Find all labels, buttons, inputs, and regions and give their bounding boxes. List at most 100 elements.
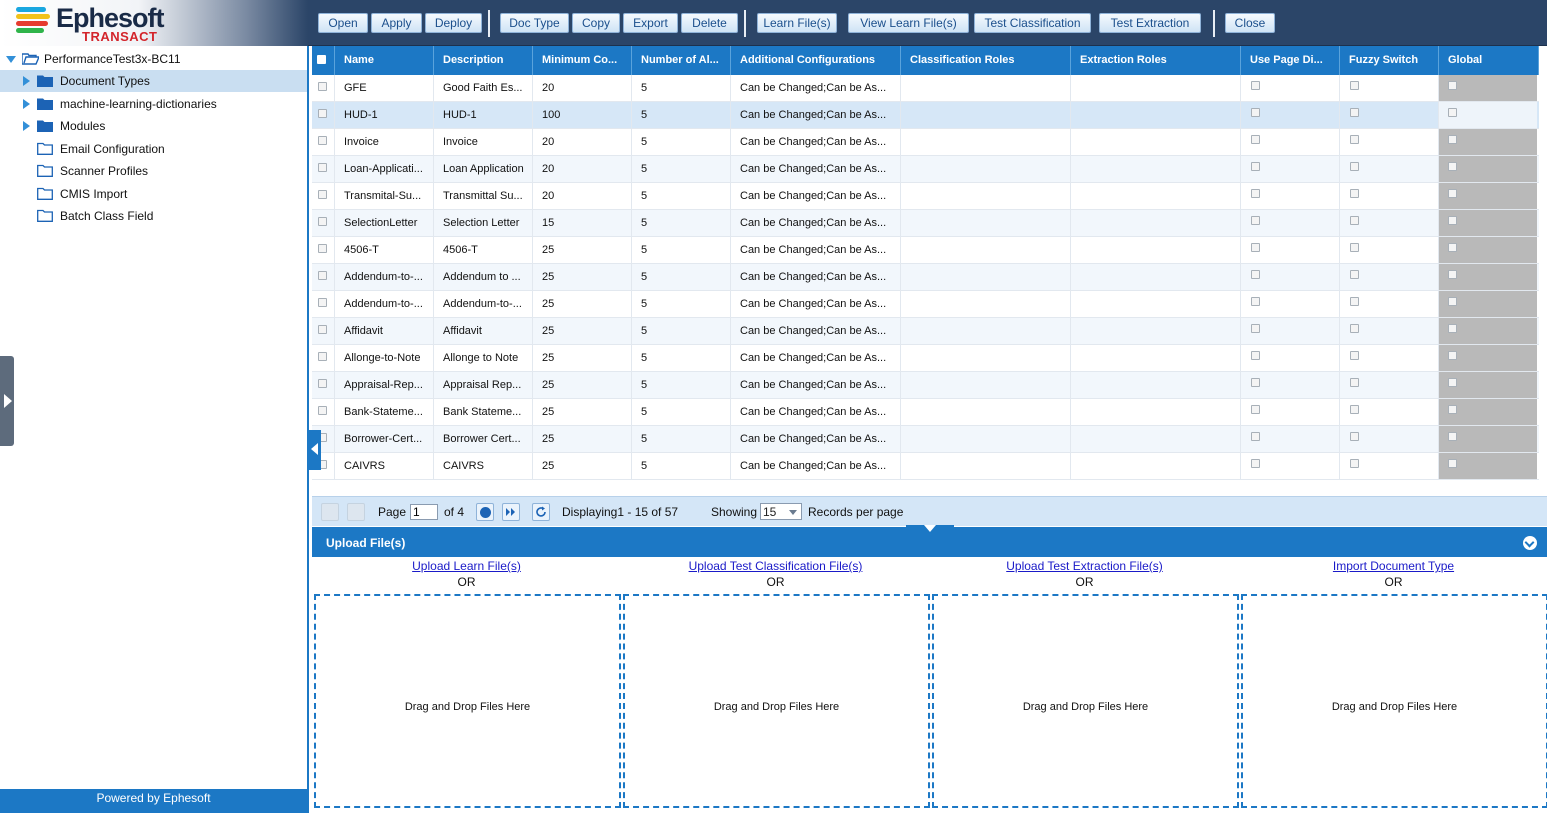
use-page-checkbox[interactable]: [1251, 351, 1260, 360]
table-row[interactable]: CAIVRS CAIVRS 25 5 Can be Changed;Can be As.…: [312, 453, 1539, 480]
cell-extraction-roles[interactable]: [1071, 426, 1241, 452]
column-header[interactable]: Name: [335, 46, 434, 75]
row-checkbox[interactable]: [318, 163, 327, 172]
next-page-button[interactable]: [476, 503, 494, 521]
table-row[interactable]: Allonge-to-Note Allonge to Note 25 5 Can be …: [312, 345, 1539, 372]
table-row[interactable]: Addendum-to-... Addendum to ... 25 5 Can be …: [312, 264, 1539, 291]
cell-extraction-roles[interactable]: [1071, 102, 1241, 128]
global-checkbox[interactable]: [1448, 432, 1457, 441]
global-checkbox[interactable]: [1448, 378, 1457, 387]
table-row[interactable]: Addendum-to-... Addendum-to-... 25 5 Can be …: [312, 291, 1539, 318]
tree-root[interactable]: PerformanceTest3x-BC11: [0, 48, 307, 70]
drop-zone[interactable]: Drag and Drop Files Here: [623, 594, 930, 808]
cell-extraction-roles[interactable]: [1071, 345, 1241, 371]
fuzzy-switch-checkbox[interactable]: [1350, 270, 1359, 279]
export-button[interactable]: Export: [623, 13, 678, 33]
upload-link[interactable]: Upload Test Extraction File(s): [930, 559, 1239, 573]
row-checkbox[interactable]: [318, 298, 327, 307]
cell-classification-roles[interactable]: [901, 399, 1071, 425]
tree-item[interactable]: Email Configuration: [0, 138, 307, 160]
cell-classification-roles[interactable]: [901, 318, 1071, 344]
use-page-checkbox[interactable]: [1251, 162, 1260, 171]
use-page-checkbox[interactable]: [1251, 243, 1260, 252]
table-row[interactable]: Bank-Stateme... Bank Stateme... 25 5 Can be …: [312, 399, 1539, 426]
fuzzy-switch-checkbox[interactable]: [1350, 189, 1359, 198]
cell-classification-roles[interactable]: [901, 264, 1071, 290]
table-row[interactable]: GFE Good Faith Es... 20 5 Can be Changed;Can…: [312, 75, 1539, 102]
drop-zone[interactable]: Drag and Drop Files Here: [1241, 594, 1547, 808]
use-page-checkbox[interactable]: [1251, 378, 1260, 387]
fuzzy-switch-checkbox[interactable]: [1350, 243, 1359, 252]
row-checkbox[interactable]: [318, 379, 327, 388]
close-button[interactable]: Close: [1225, 13, 1275, 33]
first-page-button[interactable]: [321, 503, 339, 521]
column-header[interactable]: Additional Configurations: [731, 46, 901, 75]
row-checkbox[interactable]: [318, 190, 327, 199]
cell-extraction-roles[interactable]: [1071, 75, 1241, 101]
column-header[interactable]: Extraction Roles: [1071, 46, 1241, 75]
refresh-button[interactable]: [532, 503, 550, 521]
column-header[interactable]: Global: [1439, 46, 1539, 75]
use-page-checkbox[interactable]: [1251, 459, 1260, 468]
global-checkbox[interactable]: [1448, 189, 1457, 198]
cell-classification-roles[interactable]: [901, 291, 1071, 317]
use-page-checkbox[interactable]: [1251, 189, 1260, 198]
cell-extraction-roles[interactable]: [1071, 183, 1241, 209]
cell-extraction-roles[interactable]: [1071, 453, 1241, 479]
copy-button[interactable]: Copy: [572, 13, 620, 33]
fuzzy-switch-checkbox[interactable]: [1350, 135, 1359, 144]
global-checkbox[interactable]: [1448, 405, 1457, 414]
tree-item[interactable]: machine-learning-dictionaries: [0, 93, 307, 115]
global-checkbox[interactable]: [1448, 135, 1457, 144]
grid-side-toggle[interactable]: [309, 430, 321, 470]
cell-classification-roles[interactable]: [901, 237, 1071, 263]
cell-classification-roles[interactable]: [901, 75, 1071, 101]
row-checkbox[interactable]: [318, 244, 327, 253]
expand-right-icon[interactable]: [23, 121, 30, 131]
fuzzy-switch-checkbox[interactable]: [1350, 459, 1359, 468]
tree-item[interactable]: Batch Class Field: [0, 205, 307, 227]
records-per-page-select[interactable]: 15: [760, 503, 802, 520]
row-checkbox[interactable]: [318, 406, 327, 415]
global-checkbox[interactable]: [1448, 270, 1457, 279]
row-checkbox[interactable]: [318, 136, 327, 145]
test-classification-button[interactable]: Test Classification: [974, 13, 1091, 33]
table-row[interactable]: Invoice Invoice 20 5 Can be Changed;Can be A…: [312, 129, 1539, 156]
use-page-checkbox[interactable]: [1251, 216, 1260, 225]
global-checkbox[interactable]: [1448, 162, 1457, 171]
expand-right-icon[interactable]: [23, 99, 30, 109]
cell-classification-roles[interactable]: [901, 426, 1071, 452]
drop-zone[interactable]: Drag and Drop Files Here: [314, 594, 621, 808]
upload-link[interactable]: Upload Learn File(s): [312, 559, 621, 573]
cell-classification-roles[interactable]: [901, 156, 1071, 182]
column-header[interactable]: Fuzzy Switch: [1340, 46, 1439, 75]
select-all-checkbox[interactable]: [317, 55, 326, 64]
row-checkbox[interactable]: [318, 109, 327, 118]
cell-classification-roles[interactable]: [901, 210, 1071, 236]
upload-link[interactable]: Import Document Type: [1239, 559, 1547, 573]
use-page-checkbox[interactable]: [1251, 81, 1260, 90]
cell-classification-roles[interactable]: [901, 129, 1071, 155]
global-checkbox[interactable]: [1448, 297, 1457, 306]
global-checkbox[interactable]: [1448, 351, 1457, 360]
cell-extraction-roles[interactable]: [1071, 318, 1241, 344]
expand-down-icon[interactable]: [6, 56, 16, 63]
table-row[interactable]: 4506-T 4506-T 25 5 Can be Changed;Can be As.…: [312, 237, 1539, 264]
cell-classification-roles[interactable]: [901, 372, 1071, 398]
global-checkbox[interactable]: [1448, 216, 1457, 225]
use-page-checkbox[interactable]: [1251, 108, 1260, 117]
column-header[interactable]: Use Page Di...: [1241, 46, 1340, 75]
table-row[interactable]: HUD-1 HUD-1 100 5 Can be Changed;Can be As..…: [312, 102, 1539, 129]
use-page-checkbox[interactable]: [1251, 405, 1260, 414]
cell-extraction-roles[interactable]: [1071, 210, 1241, 236]
row-checkbox[interactable]: [318, 82, 327, 91]
fuzzy-switch-checkbox[interactable]: [1350, 216, 1359, 225]
cell-extraction-roles[interactable]: [1071, 129, 1241, 155]
use-page-checkbox[interactable]: [1251, 270, 1260, 279]
use-page-checkbox[interactable]: [1251, 432, 1260, 441]
fuzzy-switch-checkbox[interactable]: [1350, 297, 1359, 306]
tree-item[interactable]: Modules: [0, 115, 307, 137]
cell-extraction-roles[interactable]: [1071, 291, 1241, 317]
cell-classification-roles[interactable]: [901, 453, 1071, 479]
table-row[interactable]: Transmital-Su... Transmittal Su... 20 5 Can …: [312, 183, 1539, 210]
